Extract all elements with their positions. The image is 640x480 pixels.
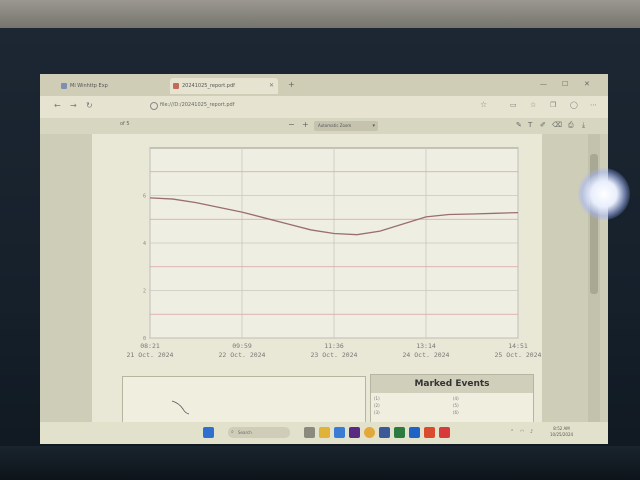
file-explorer-icon[interactable]	[319, 427, 330, 438]
info-icon[interactable]	[150, 102, 158, 110]
tab-report-pdf[interactable]: 20241025_report.pdf ✕	[170, 78, 278, 94]
maximize-icon[interactable]: ☐	[562, 80, 568, 88]
zoom-select-label: Automatic Zoom	[318, 123, 352, 128]
clock[interactable]: 8:52 AM 10/25/2024	[550, 426, 573, 438]
reload-icon[interactable]: ↻	[86, 101, 93, 110]
event-item: (3)	[374, 410, 380, 415]
tab-winhttp[interactable]: Mi Winhttp Exp	[58, 78, 168, 94]
edge-icon[interactable]	[334, 427, 345, 438]
close-window-icon[interactable]: ✕	[584, 80, 590, 88]
task-view-icon[interactable]	[304, 427, 315, 438]
page-icon	[61, 83, 67, 89]
forward-icon[interactable]: →	[70, 101, 77, 110]
teams-icon[interactable]	[349, 427, 360, 438]
search-icon: ⌕	[231, 429, 234, 435]
more-menu-icon[interactable]: ⋯	[590, 101, 597, 109]
x-tick-date: 21 Oct. 2024	[127, 351, 174, 359]
event-item: (5)	[453, 403, 459, 408]
y-tick-label: 2	[143, 289, 146, 295]
x-tick-time: 09:59	[232, 342, 252, 350]
monitor-screen: Mi Winhttp Exp 20241025_report.pdf ✕ + —…	[40, 74, 608, 444]
x-tick-date: 23 Oct. 2024	[311, 351, 358, 359]
save-icon[interactable]: ⤓	[582, 121, 585, 130]
app-icon[interactable]	[379, 427, 390, 438]
event-item: (1)	[374, 396, 380, 401]
x-tick-date: 25 Oct. 2024	[495, 351, 542, 359]
start-icon[interactable]	[203, 427, 214, 438]
chrome-icon[interactable]	[364, 427, 375, 438]
page-indicator: of 5	[120, 121, 130, 127]
tab-label: 20241025_report.pdf	[182, 83, 235, 89]
weather-widget[interactable]	[58, 428, 98, 436]
minimize-icon[interactable]: —	[540, 80, 547, 88]
x-tick-date: 24 Oct. 2024	[403, 351, 450, 359]
profile-icon[interactable]: ◯	[570, 101, 578, 109]
split-view-icon[interactable]: ▭	[510, 101, 517, 109]
search-label: Search	[238, 430, 252, 435]
address-bar: ← → ↻ file:///D:/20241025_report.pdf ☆ ▭…	[40, 96, 608, 118]
tab-label: Mi Winhttp Exp	[70, 83, 108, 89]
x-tick-time: 13:14	[416, 342, 436, 350]
pdf-app-icon[interactable]	[439, 427, 450, 438]
clock-date: 10/25/2024	[550, 432, 574, 437]
favorites-icon[interactable]: ☆	[530, 101, 536, 109]
browser-tab-bar: Mi Winhttp Exp 20241025_report.pdf ✕ + —…	[40, 74, 608, 96]
eraser-icon[interactable]: ⌫	[552, 121, 562, 129]
y-tick-label: 4	[143, 241, 146, 247]
powerpoint-icon[interactable]	[424, 427, 435, 438]
monitor-bezel-bottom	[0, 446, 640, 480]
pdf-page: 6 4 2 0 08:21 21 Oct. 2024 09:59 22 Oct. 2024 11…	[92, 134, 542, 438]
zoom-select[interactable]: Automatic Zoom ▾	[314, 121, 378, 131]
event-item: (6)	[453, 410, 459, 415]
event-item: (4)	[453, 396, 459, 401]
pdf-viewer: 6 4 2 0 08:21 21 Oct. 2024 09:59 22 Oct. 2024 11…	[40, 134, 608, 438]
chart: 642008:2121 Oct. 202409:5922 Oct. 202411…	[127, 147, 542, 359]
zoom-out-button[interactable]: −	[288, 120, 295, 129]
chevron-up-icon[interactable]: ⌃	[510, 429, 514, 435]
chevron-down-icon: ▾	[372, 123, 375, 129]
scribble-mark	[171, 400, 190, 415]
url-field[interactable]: file:///D:/20241025_report.pdf	[160, 102, 235, 108]
volume-icon[interactable]: ♪	[530, 429, 533, 435]
wifi-icon[interactable]: ◠	[520, 429, 524, 435]
back-icon[interactable]: ←	[54, 101, 61, 110]
collections-icon[interactable]: ❐	[550, 101, 556, 109]
screen-glare	[578, 168, 630, 220]
taskbar: ⌕ Search ⌃ ◠ ♪ 8:52 AM 10/25/2024	[40, 422, 608, 444]
favorite-star-icon[interactable]: ☆	[480, 100, 487, 109]
draw-icon[interactable]: ✐	[540, 121, 546, 129]
event-item: (2)	[374, 403, 380, 408]
pdf-toolbar: of 5 − + Automatic Zoom ▾ ✎ T ✐ ⌫ ⎙ ⤓	[40, 118, 608, 134]
x-tick-time: 08:21	[140, 342, 160, 350]
x-tick-date: 22 Oct. 2024	[219, 351, 266, 359]
excel-icon[interactable]	[394, 427, 405, 438]
print-icon[interactable]: ⎙	[568, 121, 574, 130]
marked-events-title: Marked Events	[371, 375, 533, 393]
new-tab-icon[interactable]: +	[288, 80, 295, 89]
x-tick-time: 11:36	[324, 342, 344, 350]
pdf-icon	[173, 83, 179, 89]
x-tick-time: 14:51	[508, 342, 528, 350]
zoom-in-button[interactable]: +	[302, 120, 309, 129]
taskbar-search[interactable]: ⌕ Search	[228, 427, 290, 438]
highlight-icon[interactable]: ✎	[516, 121, 522, 129]
y-tick-label: 6	[143, 194, 146, 200]
word-icon[interactable]	[409, 427, 420, 438]
close-tab-icon[interactable]: ✕	[269, 78, 274, 94]
text-tool-icon[interactable]: T	[528, 121, 532, 129]
